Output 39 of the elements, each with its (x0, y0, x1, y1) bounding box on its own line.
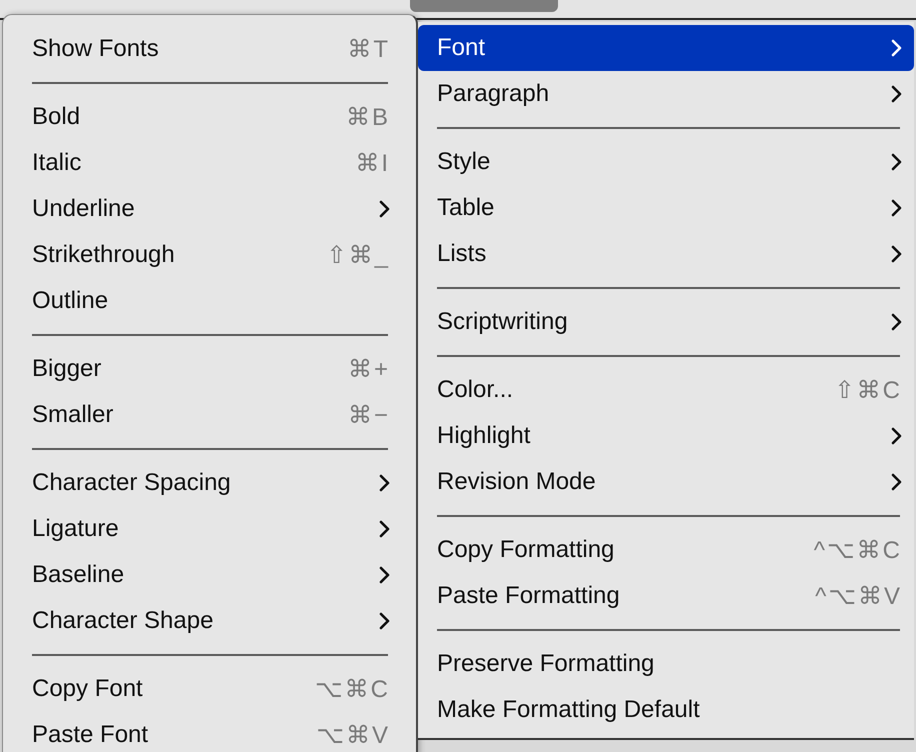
shortcut-label: ⌘T (347, 34, 390, 64)
menu-item[interactable]: Copy Formatting ^⌥⌘C (418, 527, 914, 573)
menu-item[interactable]: Character Shape (3, 598, 416, 644)
menu-item[interactable]: Baseline (3, 552, 416, 598)
menu-item[interactable]: Color... ⇧⌘C (418, 367, 914, 413)
menu-item[interactable]: Bold ⌘B (3, 94, 416, 140)
menu-item[interactable]: Paragraph (418, 71, 914, 117)
shortcut-label: ⌘I (355, 148, 390, 178)
menu-item[interactable]: Paste Font ⌥⌘V (3, 712, 416, 752)
menu-item[interactable]: Strikethrough ⇧⌘_ (3, 232, 416, 278)
shortcut-label: ⇧⌘C (834, 376, 902, 404)
menu-item[interactable]: Font (418, 25, 914, 71)
menu-item[interactable]: Bigger ⌘+ (3, 346, 416, 392)
menu-item[interactable]: Style (418, 139, 914, 185)
menu-item[interactable]: Ligature (3, 506, 416, 552)
shortcut-label: ⌥⌘C (315, 674, 390, 704)
menu-item[interactable]: Underline (3, 186, 416, 232)
menu-item[interactable]: Highlight (418, 413, 914, 459)
menu-item[interactable]: Smaller ⌘− (3, 392, 416, 438)
shortcut-label: ^⌥⌘C (814, 536, 902, 564)
menu-item[interactable]: Paste Formatting ^⌥⌘V (418, 573, 914, 619)
shortcut-label: ⌘+ (348, 354, 390, 384)
menu-item[interactable]: Italic ⌘I (3, 140, 416, 186)
shortcut-label: ⌘− (348, 400, 390, 430)
menu-item[interactable]: Lists (418, 231, 914, 277)
scroll-thumb[interactable] (410, 0, 558, 12)
menu-item[interactable]: Show Fonts ⌘T (3, 26, 416, 72)
menu-item[interactable]: Copy Font ⌥⌘C (3, 666, 416, 712)
shortcut-label: ^⌥⌘V (815, 582, 902, 610)
shortcut-label: ⌥⌘V (316, 720, 390, 750)
menu-item[interactable]: Character Spacing (3, 460, 416, 506)
menu-item[interactable]: Outline (3, 278, 416, 324)
menu-item[interactable]: Make Formatting Default (418, 687, 914, 733)
menu-item[interactable]: Revision Mode (418, 459, 914, 505)
shortcut-label: ⌘B (346, 102, 390, 132)
menu-item[interactable]: Table (418, 185, 914, 231)
menu-item[interactable]: Preserve Formatting (418, 641, 914, 687)
shortcut-label: ⇧⌘_ (326, 240, 390, 270)
menu-item[interactable]: Scriptwriting (418, 299, 914, 345)
